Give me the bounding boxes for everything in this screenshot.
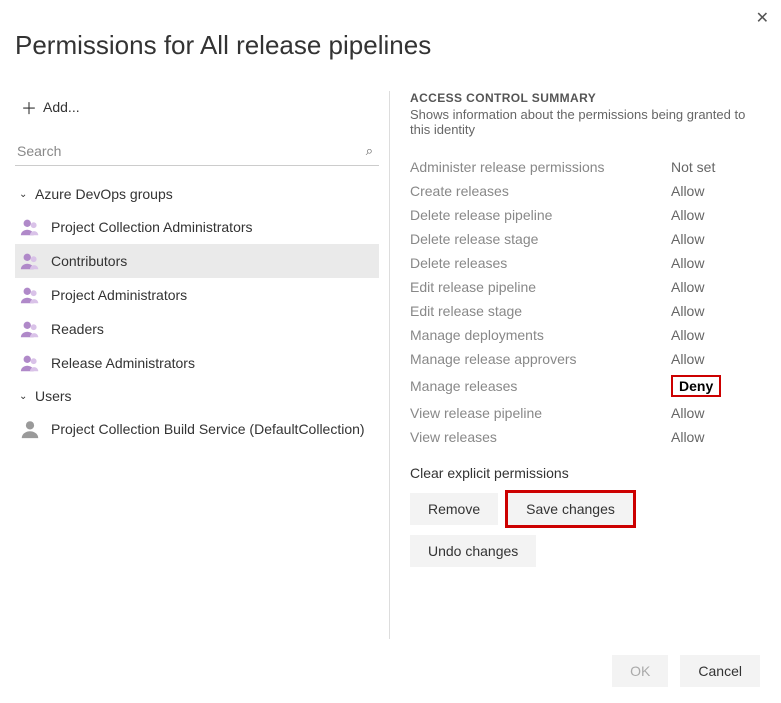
permission-name: Create releases — [410, 183, 671, 199]
permission-name: View releases — [410, 429, 671, 445]
group-release-admins[interactable]: Release Administrators — [15, 346, 379, 380]
permission-row[interactable]: Delete release stageAllow — [410, 227, 766, 251]
group-label: Contributors — [51, 253, 127, 269]
permission-value-wrap: Allow — [671, 207, 766, 223]
section-users[interactable]: ⌄ Users — [15, 380, 379, 412]
undo-changes-button[interactable]: Undo changes — [410, 535, 536, 567]
chevron-down-icon: ⌄ — [19, 391, 31, 402]
dialog-title: Permissions for All release pipelines — [15, 30, 766, 61]
permission-row[interactable]: Manage release approversAllow — [410, 347, 766, 371]
group-label: Readers — [51, 321, 104, 337]
permission-row[interactable]: Administer release permissionsNot set — [410, 155, 766, 179]
permission-value[interactable]: Allow — [671, 303, 704, 319]
permission-value[interactable]: Deny — [671, 375, 721, 397]
permission-value-wrap: Allow — [671, 231, 766, 247]
chevron-down-icon: ⌄ — [19, 189, 31, 200]
section-label: Users — [35, 388, 72, 404]
permission-name: View release pipeline — [410, 405, 671, 421]
permission-name: Manage release approvers — [410, 351, 671, 367]
add-label: Add... — [43, 99, 80, 115]
permission-row[interactable]: View releasesAllow — [410, 425, 766, 449]
close-icon: ✕ — [756, 10, 769, 27]
permission-value[interactable]: Allow — [671, 231, 704, 247]
permission-value-wrap: Allow — [671, 255, 766, 271]
permissions-list: Administer release permissionsNot setCre… — [410, 155, 766, 449]
permission-row[interactable]: Delete release pipelineAllow — [410, 203, 766, 227]
permission-row[interactable]: Manage releasesDeny — [410, 371, 766, 401]
permission-buttons: Remove Save changes Undo changes — [410, 493, 766, 567]
remove-button[interactable]: Remove — [410, 493, 498, 525]
search-input[interactable] — [15, 137, 379, 165]
permission-name: Manage releases — [410, 378, 671, 394]
group-contributors[interactable]: Contributors — [15, 244, 379, 278]
permission-name: Delete release pipeline — [410, 207, 671, 223]
search-field: ⌕ — [15, 137, 379, 166]
permission-value-wrap: Not set — [671, 159, 766, 175]
clear-explicit-label: Clear explicit permissions — [410, 465, 766, 481]
permission-name: Delete release stage — [410, 231, 671, 247]
section-azure-devops-groups[interactable]: ⌄ Azure DevOps groups — [15, 178, 379, 210]
permission-value-wrap: Allow — [671, 279, 766, 295]
permission-name: Delete releases — [410, 255, 671, 271]
permission-row[interactable]: Edit release pipelineAllow — [410, 275, 766, 299]
group-project-collection-admins[interactable]: Project Collection Administrators — [15, 210, 379, 244]
group-readers[interactable]: Readers — [15, 312, 379, 346]
plus-icon: ＋ — [21, 95, 37, 119]
group-label: Release Administrators — [51, 355, 195, 371]
search-icon: ⌕ — [366, 143, 373, 159]
permission-name: Edit release stage — [410, 303, 671, 319]
acs-subtitle: Shows information about the permissions … — [410, 107, 766, 137]
save-changes-button[interactable]: Save changes — [508, 493, 633, 525]
permission-value-wrap: Allow — [671, 351, 766, 367]
permission-value-wrap: Deny — [671, 375, 766, 397]
permission-value[interactable]: Allow — [671, 183, 704, 199]
group-avatar-icon — [19, 318, 41, 340]
permission-name: Administer release permissions — [410, 159, 671, 175]
permission-name: Manage deployments — [410, 327, 671, 343]
permission-row[interactable]: Manage deploymentsAllow — [410, 323, 766, 347]
permission-value[interactable]: Not set — [671, 159, 715, 175]
permission-row[interactable]: View release pipelineAllow — [410, 401, 766, 425]
user-avatar-icon — [19, 418, 41, 440]
dialog-footer: OK Cancel — [15, 639, 766, 703]
group-project-admins[interactable]: Project Administrators — [15, 278, 379, 312]
ok-button[interactable]: OK — [612, 655, 668, 687]
identities-panel: ＋ Add... ⌕ ⌄ Azure DevOps groups Project… — [15, 91, 390, 639]
permission-value[interactable]: Allow — [671, 279, 704, 295]
user-label: Project Collection Build Service (Defaul… — [51, 421, 365, 437]
permission-value-wrap: Allow — [671, 429, 766, 445]
permission-row[interactable]: Create releasesAllow — [410, 179, 766, 203]
group-label: Project Administrators — [51, 287, 187, 303]
add-button[interactable]: ＋ Add... — [15, 91, 86, 123]
group-avatar-icon — [19, 284, 41, 306]
permission-value[interactable]: Allow — [671, 429, 704, 445]
group-avatar-icon — [19, 250, 41, 272]
permission-row[interactable]: Edit release stageAllow — [410, 299, 766, 323]
permission-row[interactable]: Delete releasesAllow — [410, 251, 766, 275]
group-avatar-icon — [19, 216, 41, 238]
permission-value[interactable]: Allow — [671, 255, 704, 271]
acs-heading: ACCESS CONTROL SUMMARY — [410, 91, 766, 105]
user-build-service[interactable]: Project Collection Build Service (Defaul… — [15, 412, 379, 446]
permission-value-wrap: Allow — [671, 303, 766, 319]
permission-value[interactable]: Allow — [671, 327, 704, 343]
permission-value[interactable]: Allow — [671, 207, 704, 223]
permission-value-wrap: Allow — [671, 327, 766, 343]
section-label: Azure DevOps groups — [35, 186, 173, 202]
permission-value[interactable]: Allow — [671, 351, 704, 367]
permission-name: Edit release pipeline — [410, 279, 671, 295]
group-label: Project Collection Administrators — [51, 219, 253, 235]
permission-value-wrap: Allow — [671, 183, 766, 199]
permissions-panel: ACCESS CONTROL SUMMARY Shows information… — [390, 91, 766, 639]
permissions-dialog: ✕ Permissions for All release pipelines … — [0, 0, 781, 703]
permission-value-wrap: Allow — [671, 405, 766, 421]
cancel-button[interactable]: Cancel — [680, 655, 760, 687]
permission-value[interactable]: Allow — [671, 405, 704, 421]
group-avatar-icon — [19, 352, 41, 374]
dialog-content: ＋ Add... ⌕ ⌄ Azure DevOps groups Project… — [15, 91, 766, 639]
close-button[interactable]: ✕ — [756, 8, 769, 28]
